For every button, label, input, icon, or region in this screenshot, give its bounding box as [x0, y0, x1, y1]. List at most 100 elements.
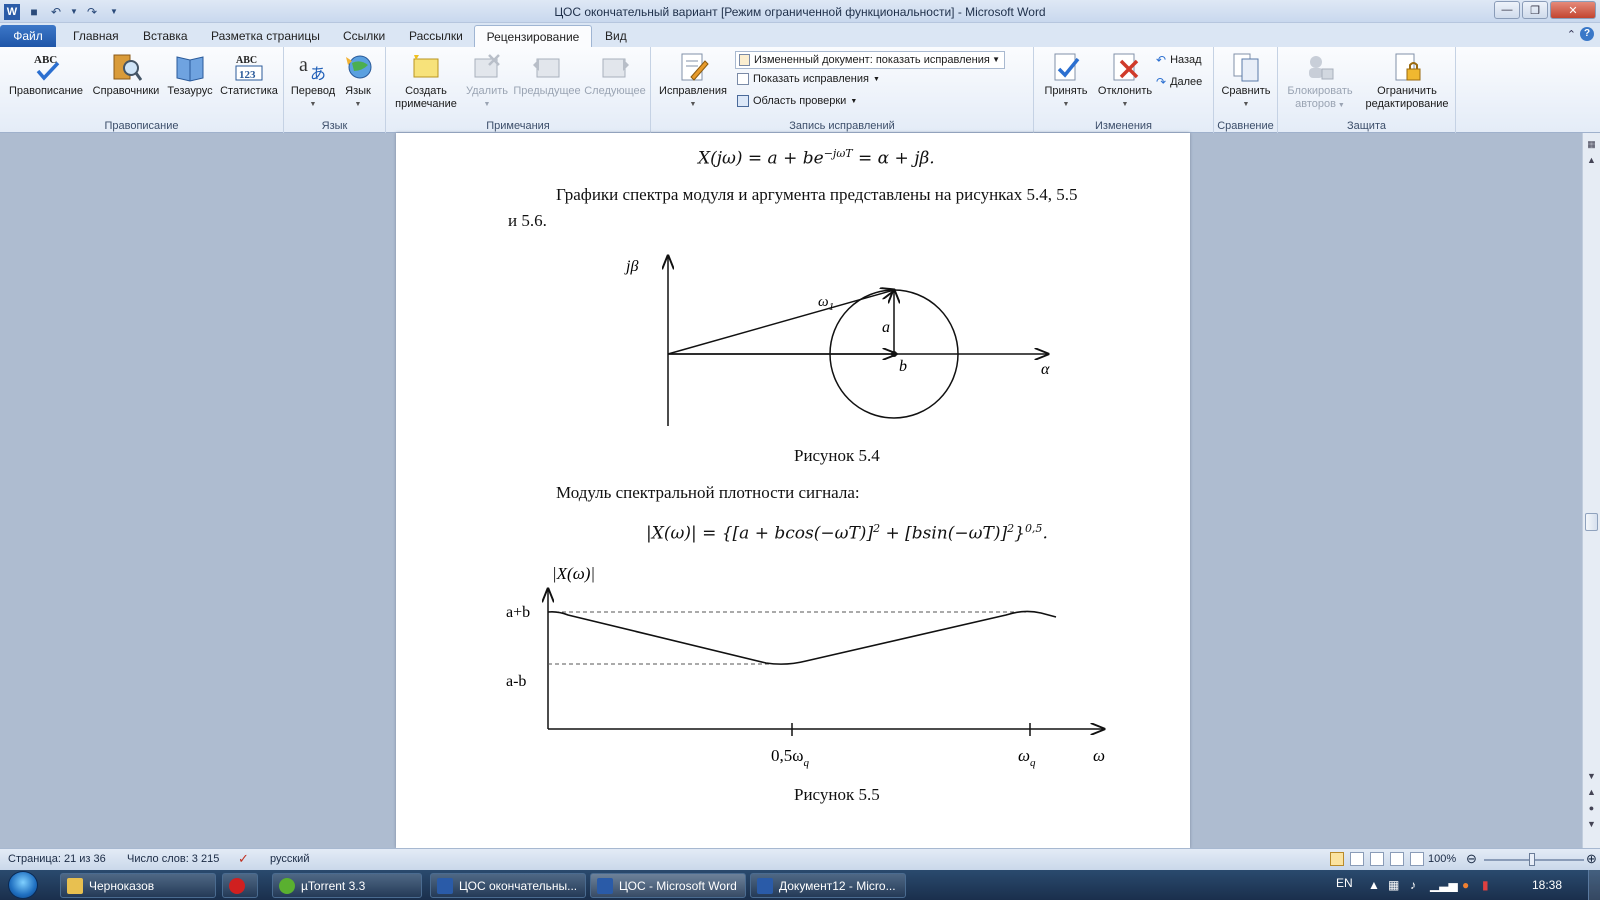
compare-button[interactable]: Сравнить ▼	[1218, 51, 1274, 111]
thesaurus-label: Тезаурус	[167, 85, 213, 97]
zoom-out-icon[interactable]: ⊖	[1466, 851, 1477, 867]
label-omega1-sub: 1	[829, 301, 835, 313]
word-icon	[437, 877, 453, 894]
help-icon[interactable]: ?	[1580, 27, 1594, 41]
accept-button[interactable]: Принять ▼	[1038, 51, 1094, 111]
tab-file[interactable]: Файл	[0, 25, 56, 47]
word-count-label: Статистика	[220, 85, 278, 97]
tab-view[interactable]: Вид	[596, 25, 636, 47]
reject-button[interactable]: Отклонить ▼	[1094, 51, 1156, 111]
research-label: Справочники	[92, 85, 160, 97]
outline-icon[interactable]	[1390, 852, 1404, 866]
previous-page-icon[interactable]: ▲	[1584, 785, 1599, 800]
show-markup-button[interactable]: Показать исправления ▼	[737, 73, 880, 85]
scroll-down-arrow-icon[interactable]: ▼	[1584, 769, 1599, 784]
spelling-button[interactable]: ABC Правописание	[4, 51, 88, 98]
vertical-scrollbar[interactable]: ▦ ▲ ▼ ▲ ● ▼	[1582, 133, 1600, 848]
network-icon[interactable]: ▦	[1388, 878, 1399, 892]
input-language[interactable]: EN	[1336, 876, 1353, 890]
figure-5-4-vector-diagram: jβ α ω1 a b	[624, 248, 1050, 426]
track-changes-button[interactable]: Исправления ▼	[655, 51, 731, 111]
status-page[interactable]: Страница: 21 из 36	[8, 853, 106, 865]
display-for-review-select[interactable]: Измененный документ: показать исправлени…	[735, 51, 1005, 69]
taskbar-item-word-2[interactable]: ЦОС - Microsoft Word	[590, 873, 746, 898]
taskbar-item-word-1[interactable]: ЦОС окончательны...	[430, 873, 586, 898]
next-page-icon[interactable]: ▼	[1584, 817, 1599, 832]
scroll-up-arrow-icon[interactable]: ▲	[1584, 153, 1599, 168]
tab-home[interactable]: Главная	[64, 25, 128, 47]
track-dropdown-icon: ▼	[689, 101, 697, 108]
label-omega-q-main: ω	[1018, 746, 1030, 765]
reviewing-pane-label: Область проверки	[753, 95, 847, 107]
taskbar-item-utorrent[interactable]: µTorrent 3.3	[272, 873, 422, 898]
word-count-button[interactable]: ABC 123 Статистика	[216, 51, 282, 98]
label-omega-q: ωq	[1018, 746, 1036, 769]
block-authors-dropdown-icon: ▼	[1335, 102, 1345, 109]
tab-page-layout[interactable]: Разметка страницы	[202, 25, 329, 47]
clock[interactable]: 18:38	[1532, 878, 1562, 892]
web-layout-icon[interactable]	[1370, 852, 1384, 866]
tab-review[interactable]: Рецензирование	[474, 25, 592, 47]
equation-x-jomega: X(jω) = a + be−jωT = α + jβ.	[698, 147, 935, 169]
delete-comment-button[interactable]: Удалить ▼	[462, 51, 512, 111]
opera-icon	[229, 877, 245, 894]
translate-button[interactable]: aあ Перевод ▼	[290, 51, 336, 111]
tray-battery-icon[interactable]: ▮	[1482, 878, 1489, 892]
document-page[interactable]: X(jω) = a + be−jωT = α + jβ. Графики спе…	[396, 133, 1190, 848]
research-icon	[110, 51, 143, 83]
zoom-in-icon[interactable]: ⊕	[1586, 851, 1597, 867]
group-label-language: Язык	[321, 120, 348, 132]
status-word-count[interactable]: Число слов: 3 215	[127, 853, 219, 865]
language-button[interactable]: Язык ▼	[338, 51, 378, 111]
translate-label: Перевод	[290, 85, 336, 97]
show-markup-icon	[737, 73, 749, 85]
spelling-check-icon: ABC	[30, 51, 62, 83]
tray-app-icon[interactable]: ●	[1462, 878, 1469, 892]
browse-object-icon[interactable]: ●	[1584, 801, 1599, 816]
label-alpha: α	[1041, 361, 1050, 378]
tab-mailings[interactable]: Рассылки	[400, 25, 472, 47]
minimize-ribbon-icon[interactable]: ⌃	[1567, 28, 1576, 41]
next-comment-button[interactable]: Следующее	[582, 51, 648, 98]
taskbar-item-folder[interactable]: Черноказов	[60, 873, 216, 898]
ruler-toggle-icon[interactable]: ▦	[1584, 137, 1599, 152]
label-a-plus-b: a+b	[506, 604, 530, 621]
next-label: Следующее	[584, 85, 646, 97]
restrict-editing-label-1: Ограничить	[1377, 85, 1437, 97]
scroll-thumb[interactable]	[1585, 513, 1598, 531]
full-screen-reading-icon[interactable]	[1350, 852, 1364, 866]
proofing-icon[interactable]: ✓	[238, 851, 249, 867]
research-button[interactable]: Справочники	[90, 51, 162, 98]
previous-comment-button[interactable]: Предыдущее	[512, 51, 582, 98]
previous-change-button[interactable]: ↶ Назад	[1156, 53, 1202, 67]
start-button[interactable]	[8, 871, 38, 899]
zoom-level[interactable]: 100%	[1428, 853, 1456, 865]
reviewing-pane-button[interactable]: Область проверки ▼	[737, 95, 857, 107]
signal-icon[interactable]: ▁▃▅	[1430, 878, 1458, 892]
tab-references[interactable]: Ссылки	[334, 25, 394, 47]
label-omega-q-sub: q	[1030, 757, 1036, 769]
zoom-slider-thumb[interactable]	[1529, 853, 1535, 866]
taskbar-item-opera[interactable]	[222, 873, 258, 898]
show-desktop-button[interactable]	[1588, 870, 1600, 900]
taskbar-item-word-3[interactable]: Документ12 - Micro...	[750, 873, 906, 898]
restrict-editing-button[interactable]: Ограничить редактирование	[1360, 51, 1454, 111]
status-language[interactable]: русский	[270, 853, 309, 865]
restore-button[interactable]: ❐	[1522, 1, 1548, 19]
volume-icon[interactable]: ♪	[1410, 878, 1416, 892]
next-change-button[interactable]: ↷ Далее	[1156, 75, 1202, 89]
minimize-button[interactable]: —	[1494, 1, 1520, 19]
close-button[interactable]: ✕	[1550, 1, 1596, 19]
draft-icon[interactable]	[1410, 852, 1424, 866]
display-mode-value: Измененный документ: показать исправлени…	[754, 54, 990, 66]
equation-1-tail: = α + jβ.	[852, 148, 935, 169]
print-layout-icon[interactable]	[1330, 852, 1344, 866]
block-authors-button[interactable]: Блокировать авторов ▼	[1282, 51, 1358, 112]
tab-insert[interactable]: Вставка	[134, 25, 197, 47]
new-comment-button[interactable]: Создать примечание	[392, 51, 460, 111]
block-authors-label-2: авторов	[1295, 98, 1336, 110]
show-hidden-icons[interactable]: ▲	[1368, 878, 1380, 892]
show-markup-label: Показать исправления	[753, 73, 869, 85]
taskbar-item-word-1-label: ЦОС окончательны...	[459, 878, 578, 893]
thesaurus-button[interactable]: Тезаурус	[164, 51, 216, 98]
